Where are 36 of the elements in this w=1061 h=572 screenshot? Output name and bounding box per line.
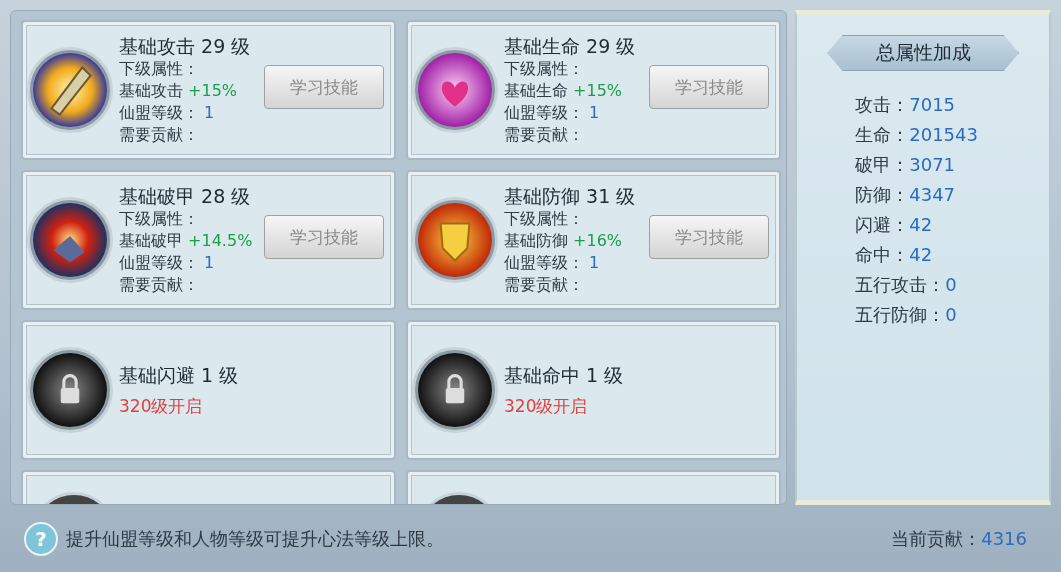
skill-title: 基础命中 1 级 bbox=[504, 363, 625, 387]
contribution-cost-label: 需要贡献： bbox=[119, 274, 200, 296]
summary-title: 总属性加成 bbox=[827, 35, 1020, 71]
stat-text: 五行防御：0 bbox=[855, 303, 958, 327]
stat-text: 五行攻击：0 bbox=[855, 273, 958, 297]
skill-title: 基础防御 31 级 bbox=[504, 184, 637, 208]
skill-title: 基础闪避 1 级 bbox=[119, 363, 240, 387]
skill-title: 基础破甲 28 级 bbox=[119, 184, 252, 208]
guild-level-text: 仙盟等级： 1 bbox=[119, 102, 216, 124]
contribution-cost-label: 需要贡献： bbox=[504, 274, 585, 296]
stat-text: 生命：201543 bbox=[855, 123, 979, 147]
contribution-cost-label: 需要贡献： bbox=[504, 124, 585, 146]
guild-level-text: 仙盟等级： 1 bbox=[119, 252, 216, 274]
tip-text: 提升仙盟等级和人物等级可提升心法等级上限。 bbox=[66, 526, 445, 551]
guild-level-text: 仙盟等级： 1 bbox=[504, 252, 601, 274]
contribution-cost-label: 需要贡献： bbox=[119, 124, 200, 146]
bonus-text: 基础攻击 +15% bbox=[119, 80, 239, 102]
bonus-text: 基础生命 +15% bbox=[504, 80, 624, 102]
contribution-text: 当前贡献：4316 bbox=[891, 526, 1027, 551]
bonus-text: 基础防御 +16% bbox=[504, 230, 624, 252]
stat-text: 防御：4347 bbox=[855, 183, 957, 207]
stat-text: 命中：42 bbox=[855, 243, 934, 267]
unlock-requirement: 320级开启 bbox=[119, 395, 204, 417]
stat-text: 破甲：3071 bbox=[855, 153, 957, 177]
stat-text: 闪避：42 bbox=[855, 213, 934, 237]
unlock-requirement: 320级开启 bbox=[504, 395, 589, 417]
next-level-label: 下级属性： bbox=[504, 58, 585, 80]
help-button[interactable]: ? bbox=[24, 521, 58, 556]
next-level-label: 下级属性： bbox=[119, 208, 200, 230]
skill-title: 基础生命 29 级 bbox=[504, 34, 637, 58]
next-level-label: 下级属性： bbox=[504, 208, 585, 230]
next-level-label: 下级属性： bbox=[119, 58, 200, 80]
skill-title: 基础攻击 29 级 bbox=[119, 34, 252, 58]
stat-text: 攻击：7015 bbox=[855, 93, 957, 117]
guild-level-text: 仙盟等级： 1 bbox=[504, 102, 601, 124]
bonus-text: 基础破甲 +14.5% bbox=[119, 230, 254, 252]
